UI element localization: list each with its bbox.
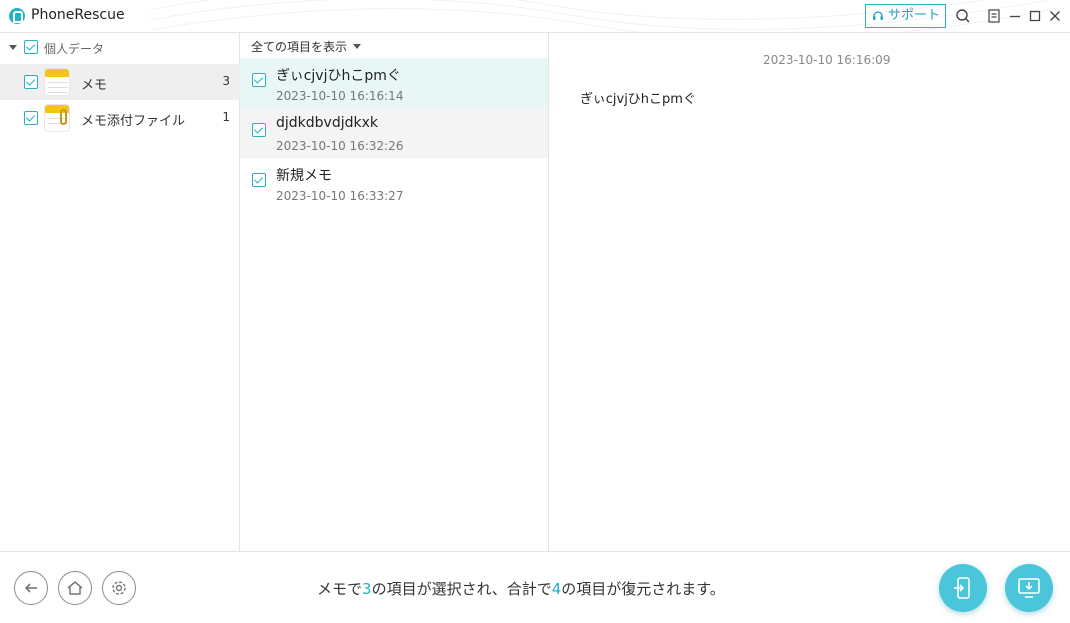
detail-date: 2023-10-10 16:16:09 xyxy=(763,53,891,67)
home-button[interactable] xyxy=(58,571,92,605)
note-title: 新規メモ xyxy=(276,168,332,184)
list-item[interactable]: ぎぃcjvjひhこpmぐ 2023-10-10 16:16:14 xyxy=(240,58,548,108)
support-button[interactable]: サポート xyxy=(865,4,946,28)
sidebar-item-count: 1 xyxy=(222,110,230,124)
row-checkbox[interactable] xyxy=(252,123,266,137)
sidebar-item-label: メモ添付ファイル xyxy=(81,114,186,129)
sidebar-item-note-attachments[interactable]: メモ添付ファイル 1 xyxy=(0,100,240,136)
footer-bar: メモで3の項目が選択され、合計で4の項目が復元されます。 xyxy=(0,551,1070,623)
settings-button[interactable] xyxy=(102,571,136,605)
computer-download-icon xyxy=(1018,578,1040,598)
home-icon xyxy=(67,581,83,595)
recover-to-device-button[interactable] xyxy=(939,564,987,612)
status-suffix: の項目が復元されます。 xyxy=(561,580,725,598)
caret-down-icon[interactable] xyxy=(353,44,361,49)
group-label: 個人データ xyxy=(44,42,105,56)
note-attachment-icon xyxy=(44,104,70,132)
caret-down-icon[interactable] xyxy=(9,45,17,50)
filter-dropdown[interactable]: 全ての項目を表示 xyxy=(251,38,347,55)
recover-to-computer-button[interactable] xyxy=(1005,564,1053,612)
title-bar: PhoneRescue サポート xyxy=(0,0,1070,33)
row-checkbox[interactable] xyxy=(252,73,266,87)
note-date: 2023-10-10 16:32:26 xyxy=(276,139,404,153)
total-count: 4 xyxy=(551,580,562,598)
maximize-icon[interactable] xyxy=(1027,8,1043,24)
attachments-checkbox[interactable] xyxy=(24,111,38,125)
note-title: djdkdbvdjdkxk xyxy=(276,115,378,131)
back-button[interactable] xyxy=(14,571,48,605)
headset-icon xyxy=(873,11,883,20)
selected-count: 3 xyxy=(362,580,372,598)
note-date: 2023-10-10 16:16:14 xyxy=(276,89,404,103)
menu-icon[interactable] xyxy=(986,8,1002,24)
status-middle: の項目が選択され、合計で xyxy=(371,580,552,598)
note-date: 2023-10-10 16:33:27 xyxy=(276,189,404,203)
search-icon[interactable] xyxy=(955,8,971,24)
close-icon[interactable] xyxy=(1047,8,1063,24)
status-text: メモで3の項目が選択され、合計で4の項目が復元されます。 xyxy=(317,578,725,599)
list-item[interactable]: djdkdbvdjdkxk 2023-10-10 16:32:26 xyxy=(240,108,548,158)
app-title: PhoneRescue xyxy=(31,7,125,23)
phone-transfer-icon xyxy=(954,577,970,599)
app-logo-icon xyxy=(9,8,25,24)
status-prefix: メモで xyxy=(317,580,363,598)
gear-icon xyxy=(112,581,126,595)
category-group-personal-data[interactable]: 個人データ xyxy=(0,33,240,63)
minimize-icon[interactable] xyxy=(1007,8,1023,24)
sidebar-item-count: 3 xyxy=(222,74,230,88)
category-sidebar: 個人データ メモ 3 メモ添付ファイル 1 xyxy=(0,33,240,551)
sidebar-item-notes[interactable]: メモ 3 xyxy=(0,64,240,100)
notes-icon xyxy=(44,68,70,96)
arrow-left-icon xyxy=(24,583,37,593)
group-checkbox[interactable] xyxy=(24,40,38,54)
notes-list: 全ての項目を表示 ぎぃcjvjひhこpmぐ 2023-10-10 16:16:1… xyxy=(240,33,549,551)
list-item[interactable]: 新規メモ 2023-10-10 16:33:27 xyxy=(240,158,548,208)
note-title: ぎぃcjvjひhこpmぐ xyxy=(276,68,401,84)
row-checkbox[interactable] xyxy=(252,173,266,187)
note-detail: 2023-10-10 16:16:09 ぎぃcjvjひhこpmぐ xyxy=(549,33,1070,551)
sidebar-item-label: メモ xyxy=(81,78,108,93)
support-label: サポート xyxy=(888,8,941,23)
notes-checkbox[interactable] xyxy=(24,75,38,89)
detail-text: ぎぃcjvjひhこpmぐ xyxy=(580,92,696,107)
